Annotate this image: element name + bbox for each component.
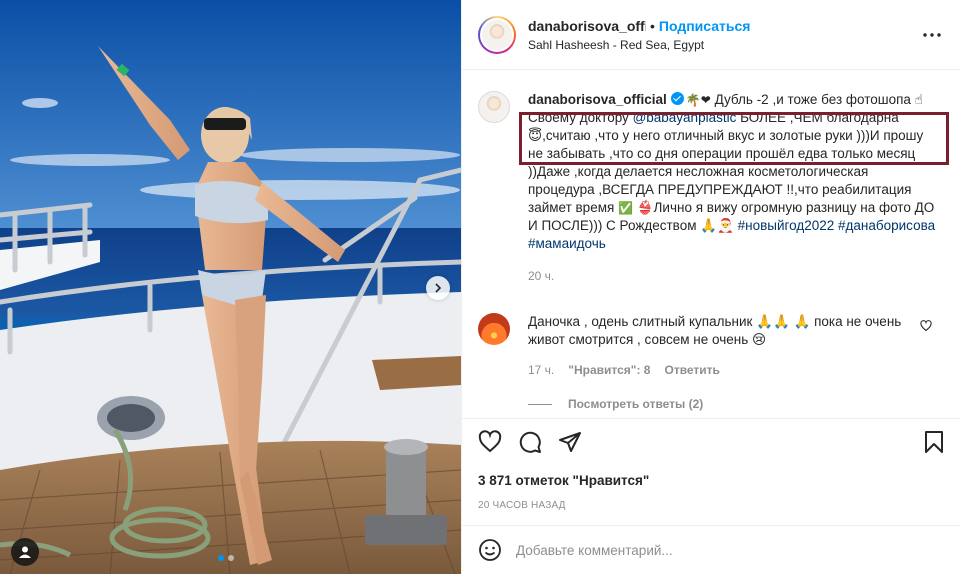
follow-button[interactable]: Подписаться [659, 18, 751, 34]
save-icon [925, 431, 943, 453]
next-arrow-icon [435, 283, 442, 293]
like-button[interactable] [478, 422, 518, 462]
emoji-icon [479, 539, 501, 561]
posted-time[interactable]: 20 ЧАСОВ НАЗАД [478, 500, 945, 511]
carousel-dot-active [218, 555, 224, 561]
post-actions: 3 871 отметок "Нравится" 20 ЧАСОВ НАЗАД [462, 418, 960, 511]
share-icon [559, 432, 581, 452]
caption-text: danaborisova_official 🌴❤ Дубль -2 ,и тоже… [528, 91, 938, 285]
post-header: danaborisova_offic • Подписаться Sahl Ha… [462, 0, 960, 70]
carousel-dot [228, 555, 234, 561]
likes-count[interactable]: 3 871 отметок "Нравится" [478, 473, 945, 488]
post-caption: danaborisova_official 🌴❤ Дубль -2 ,и тоже… [462, 71, 960, 285]
header-separator: • [650, 17, 655, 34]
view-replies-button[interactable]: Посмотреть ответы (2) [528, 397, 960, 411]
post-side-panel: danaborisova_offic • Подписаться Sahl Ha… [461, 0, 960, 574]
comment-meta: 17 ч. "Нравится": 8 Ответить [528, 363, 960, 377]
like-icon [478, 430, 502, 453]
comment-input[interactable] [516, 542, 816, 558]
post-photo[interactable] [0, 0, 461, 574]
caption-avatar[interactable] [478, 91, 510, 123]
comment-button[interactable] [518, 422, 558, 462]
comments-list[interactable]: danaborisova_official 🌴❤ Дубль -2 ,и тоже… [462, 71, 960, 417]
hashtag-link[interactable]: #мамаидочь [528, 236, 606, 251]
photo-scene [0, 0, 461, 574]
comment-likes[interactable]: "Нравится": 8 [568, 363, 650, 377]
caption-emoji: 🌴❤ [685, 93, 711, 107]
comment-time[interactable]: 17 ч. [528, 363, 554, 377]
save-button[interactable] [905, 422, 945, 462]
check-emoji: ✅ [618, 201, 633, 215]
more-icon [923, 32, 941, 37]
verified-icon [670, 92, 684, 105]
more-options-button[interactable] [920, 23, 944, 47]
tagged-users-button[interactable] [11, 538, 39, 566]
caption-username[interactable]: danaborisova_official [528, 92, 667, 107]
comment-like-button[interactable] [920, 319, 932, 349]
replies-divider [528, 403, 552, 405]
comment-icon [519, 431, 541, 453]
share-button[interactable] [558, 422, 598, 462]
mention-link[interactable]: @babayanplastic [633, 110, 737, 125]
tag-user-icon [19, 546, 31, 558]
next-slide-button[interactable] [426, 276, 450, 300]
add-comment-bar [462, 525, 960, 574]
comment-item: Даночка , одень слитный купальник 🙏🙏 🙏 п… [462, 313, 960, 349]
post-location[interactable]: Sahl Hasheesh - Red Sea, Egypt [528, 38, 920, 52]
carousel-dots [218, 555, 234, 561]
commenter-avatar[interactable] [478, 313, 510, 345]
emoji-button[interactable] [478, 536, 506, 564]
author-avatar[interactable] [478, 15, 516, 54]
hashtag-link[interactable]: #данаборисова [838, 218, 935, 233]
caption-time[interactable]: 20 ч. [528, 267, 938, 285]
hashtag-link[interactable]: #новыйгод2022 [738, 218, 835, 233]
comment-text: Даночка , одень слитный купальник 🙏🙏 🙏 п… [528, 314, 902, 347]
reply-button[interactable]: Ответить [664, 363, 719, 377]
author-username[interactable]: danaborisova_offic [528, 18, 646, 34]
like-icon [920, 320, 932, 332]
view-replies-label: Посмотреть ответы (2) [568, 397, 704, 411]
